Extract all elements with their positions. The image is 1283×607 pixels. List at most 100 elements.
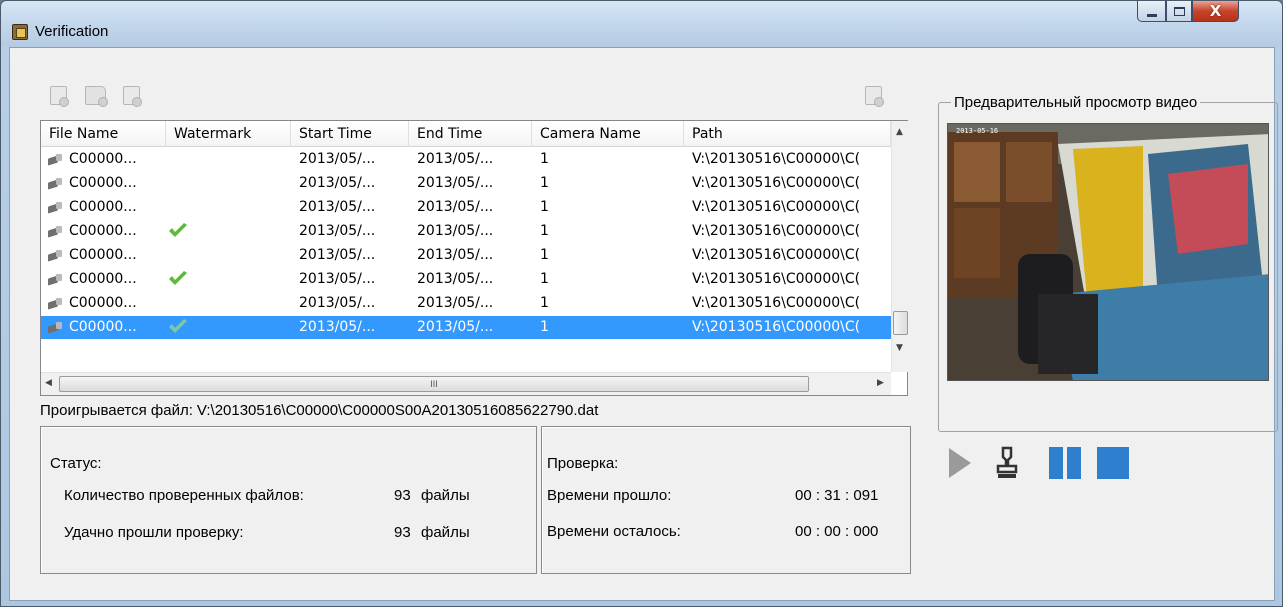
cell-end-time: 2013/05/... <box>417 271 494 287</box>
checked-files-label: Количество проверенных файлов: <box>64 487 304 504</box>
table-row[interactable]: C00000... 2013/05/... 2013/05/... 1 V:\20130… <box>41 172 891 195</box>
column-header-start-time[interactable]: Start Time <box>291 121 409 147</box>
cell-path: V:\20130516\C00000\C( <box>692 295 861 311</box>
cell-camera-name: 1 <box>540 223 549 239</box>
cell-end-time: 2013/05/... <box>417 319 494 335</box>
cell-start-time: 2013/05/... <box>299 199 376 215</box>
horizontal-scroll-thumb[interactable]: III <box>59 376 809 392</box>
table-row[interactable]: C00000... 2013/05/... 2013/05/... 1 V:\20130… <box>41 220 891 243</box>
video-frame-image: 2013-05-16 <box>948 124 1268 380</box>
watermark-check-icon <box>169 319 187 333</box>
cell-end-time: 2013/05/... <box>417 151 494 167</box>
refresh-file-icon[interactable] <box>865 86 884 107</box>
passed-files-value: 93 <box>394 524 411 541</box>
cell-camera-name: 1 <box>540 175 549 191</box>
verification-panel: Проверка: Времени прошло: 00 : 31 : 091 … <box>541 426 911 574</box>
cell-path: V:\20130516\C00000\C( <box>692 271 861 287</box>
passed-files-unit: файлы <box>421 524 470 541</box>
table-row[interactable]: C00000... 2013/05/... 2013/05/... 1 V:\20130… <box>41 316 891 339</box>
cell-path: V:\20130516\C00000\C( <box>692 319 861 335</box>
open-folder-icon[interactable] <box>85 86 108 107</box>
status-panel: Статус: Количество проверенных файлов: 9… <box>40 426 537 574</box>
vertical-scroll-thumb[interactable] <box>893 311 908 335</box>
close-button[interactable]: X <box>1192 1 1239 22</box>
horizontal-scrollbar[interactable]: ◀ III ▶ <box>41 372 891 395</box>
cell-end-time: 2013/05/... <box>417 199 494 215</box>
table-row[interactable]: C00000... 2013/05/... 2013/05/... 1 V:\20130… <box>41 292 891 315</box>
cell-path: V:\20130516\C00000\C( <box>692 247 861 263</box>
svg-text:2013-05-16: 2013-05-16 <box>956 127 998 135</box>
cell-path: V:\20130516\C00000\C( <box>692 223 861 239</box>
cell-end-time: 2013/05/... <box>417 175 494 191</box>
cell-file-name: C00000... <box>69 271 137 287</box>
column-header-camera-name[interactable]: Camera Name <box>532 121 684 147</box>
video-file-icon <box>48 249 62 261</box>
cell-camera-name: 1 <box>540 295 549 311</box>
minimize-button[interactable] <box>1137 1 1166 22</box>
scroll-right-icon[interactable]: ▶ <box>877 378 884 388</box>
status-title: Статус: <box>50 455 102 472</box>
video-file-icon <box>48 225 62 237</box>
maximize-button[interactable] <box>1166 1 1192 22</box>
table-row[interactable]: C00000... 2013/05/... 2013/05/... 1 V:\20130… <box>41 196 891 219</box>
scroll-grip: III <box>430 379 438 389</box>
table-row[interactable]: C00000... 2013/05/... 2013/05/... 1 V:\20130… <box>41 268 891 291</box>
table-row[interactable]: C00000... 2013/05/... 2013/05/... 1 V:\20130… <box>41 148 891 171</box>
cell-start-time: 2013/05/... <box>299 223 376 239</box>
elapsed-time-value: 00 : 31 : 091 <box>795 487 879 504</box>
remaining-time-value: 00 : 00 : 000 <box>795 523 879 540</box>
watermark-check-icon <box>169 223 187 237</box>
window-title: Verification <box>35 23 109 40</box>
cell-camera-name: 1 <box>540 247 549 263</box>
cell-camera-name: 1 <box>540 271 549 287</box>
cell-path: V:\20130516\C00000\C( <box>692 151 861 167</box>
vertical-scrollbar[interactable]: ▲ ▼ <box>891 121 908 372</box>
cell-start-time: 2013/05/... <box>299 151 376 167</box>
video-file-icon <box>48 153 62 165</box>
cell-end-time: 2013/05/... <box>417 247 494 263</box>
play-icon[interactable] <box>948 446 972 480</box>
save-file-icon[interactable] <box>123 86 142 107</box>
playing-file-label: Проигрывается файл: <box>40 402 193 419</box>
cell-start-time: 2013/05/... <box>299 319 376 335</box>
verification-title: Проверка: <box>547 455 619 472</box>
pause-icon[interactable] <box>1048 446 1082 480</box>
video-file-icon <box>48 177 62 189</box>
elapsed-time-label: Времени прошло: <box>547 487 672 504</box>
cell-file-name: C00000... <box>69 319 137 335</box>
add-file-icon[interactable] <box>50 86 69 107</box>
video-file-icon <box>48 297 62 309</box>
title-bar[interactable]: Verification X <box>1 1 1282 47</box>
column-header-end-time[interactable]: End Time <box>409 121 532 147</box>
table-row[interactable]: C00000... 2013/05/... 2013/05/... 1 V:\20130… <box>41 244 891 267</box>
cell-path: V:\20130516\C00000\C( <box>692 199 861 215</box>
video-file-icon <box>48 321 62 333</box>
passed-files-label: Удачно прошли проверку: <box>64 524 244 541</box>
playing-file-path: V:\20130516\C00000\C00000S00A20130516085… <box>196 402 599 419</box>
checked-files-unit: файлы <box>421 487 470 504</box>
column-header-file-name[interactable]: File Name <box>41 121 166 147</box>
preview-label: Предварительный просмотр видео <box>951 94 1201 111</box>
minimize-icon <box>1146 13 1157 17</box>
cell-start-time: 2013/05/... <box>299 295 376 311</box>
checked-files-value: 93 <box>394 487 411 504</box>
stamp-icon[interactable] <box>996 446 1018 480</box>
scroll-down-icon[interactable]: ▼ <box>896 343 903 353</box>
cell-start-time: 2013/05/... <box>299 175 376 191</box>
cell-camera-name: 1 <box>540 319 549 335</box>
app-icon <box>12 24 28 40</box>
column-header-watermark[interactable]: Watermark <box>166 121 291 147</box>
file-list-body: C00000... 2013/05/... 2013/05/... 1 V:\20130… <box>41 148 891 372</box>
cell-file-name: C00000... <box>69 175 137 191</box>
stop-icon[interactable] <box>1096 446 1130 480</box>
column-header-path[interactable]: Path <box>684 121 891 147</box>
file-list[interactable]: File Name Watermark Start Time End Time Came… <box>40 120 908 396</box>
cell-end-time: 2013/05/... <box>417 295 494 311</box>
file-list-header: File Name Watermark Start Time End Time Came… <box>41 121 891 147</box>
cell-file-name: C00000... <box>69 247 137 263</box>
video-osd-text: 2013-05-16 <box>956 127 998 135</box>
scroll-up-icon[interactable]: ▲ <box>896 127 903 137</box>
verification-window: Verification X File Name Watermark Start T… <box>0 0 1283 607</box>
scroll-left-icon[interactable]: ◀ <box>45 378 52 388</box>
video-file-icon <box>48 273 62 285</box>
